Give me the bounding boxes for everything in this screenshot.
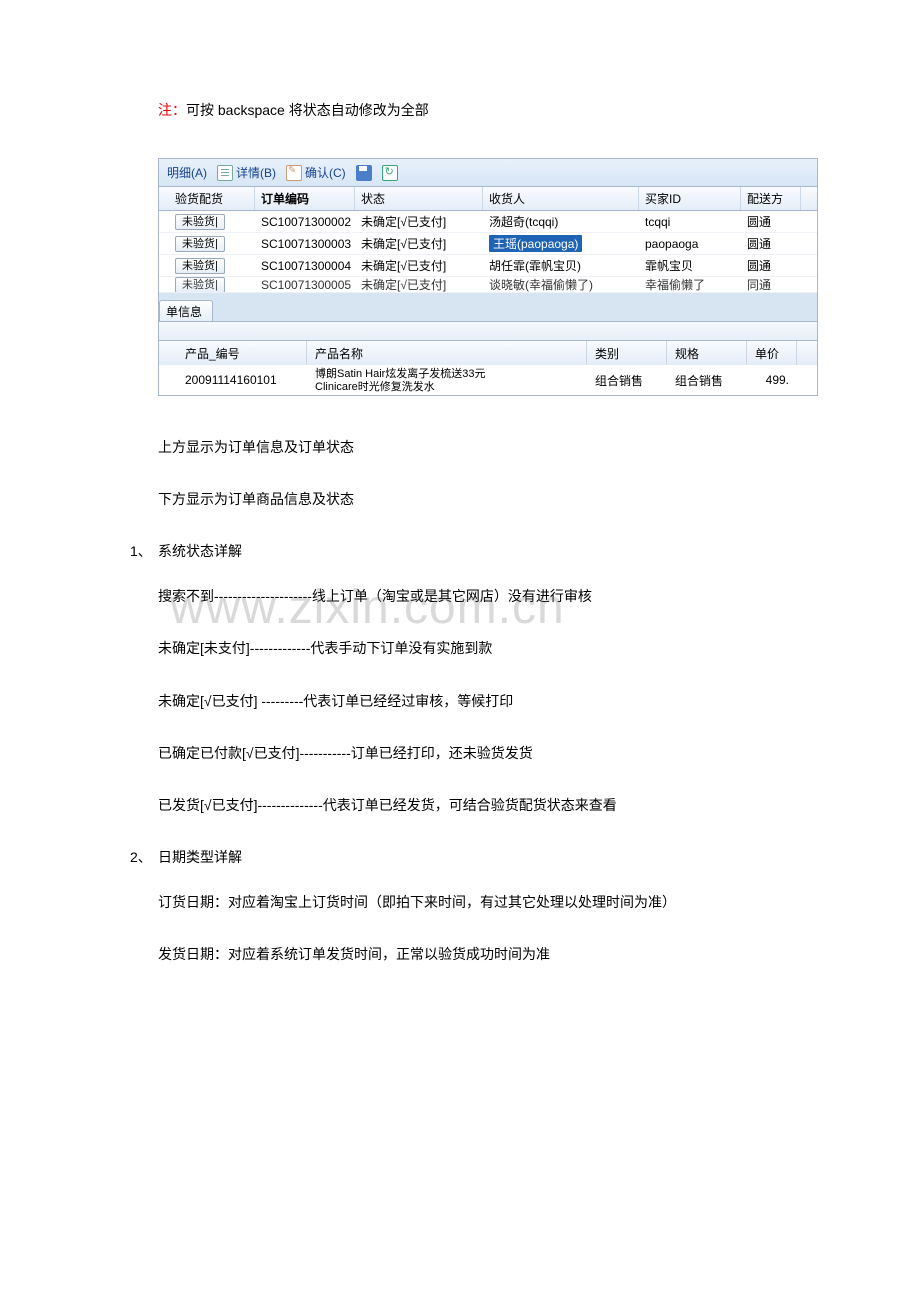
para-lower: 下方显示为订单商品信息及状态 bbox=[158, 488, 920, 510]
section-2-heading: 2、日期类型详解 bbox=[130, 847, 920, 867]
hdr-buyer-id[interactable]: 买家ID bbox=[639, 187, 741, 210]
hdr-ship[interactable]: 配送方 bbox=[741, 187, 801, 210]
cell-buyer: 霏帆宝贝 bbox=[639, 255, 741, 276]
list-item: 订货日期：对应着淘宝上订货时间（即拍下来时间，有过其它处理以处理时间为准） bbox=[158, 891, 920, 913]
hdr-prod-price[interactable]: 单价 bbox=[747, 341, 797, 365]
section-1-list: 搜索不到---------------------线上订单（淘宝或是其它网店）没… bbox=[158, 585, 920, 817]
list-item: 未确定[未支付]-------------代表手动下订单没有实施到款 bbox=[158, 637, 920, 659]
list-item: 已发货[√已支付]--------------代表订单已经发货，可结合验货配货状… bbox=[158, 794, 920, 816]
table-row[interactable]: 未验货| SC10071300004 未确定[√已支付] 胡任霏(霏帆宝贝) 霏… bbox=[159, 255, 817, 277]
confirm-icon bbox=[286, 165, 302, 181]
cell-receiver: 王瑶(paopaoga) bbox=[483, 233, 639, 254]
toolbar-confirm[interactable]: 确认(C) bbox=[282, 164, 350, 181]
product-tab[interactable]: 单信息 bbox=[159, 300, 213, 321]
toolbar-save[interactable] bbox=[352, 165, 376, 181]
table-row[interactable]: 未验货| SC10071300002 未确定[√已支付] 汤超奇(tcqqi) … bbox=[159, 211, 817, 233]
cell-ship: 圆通 bbox=[741, 233, 801, 254]
cell-order-no: SC10071300003 bbox=[255, 233, 355, 254]
app-panel: 明细(A) 详情(B) 确认(C) 验货配货 订单编码 状态 收货人 bbox=[158, 158, 818, 396]
cell-order-no: SC10071300002 bbox=[255, 211, 355, 232]
cell-buyer: paopaoga bbox=[639, 233, 741, 254]
section-2-list: 订货日期：对应着淘宝上订货时间（即拍下来时间，有过其它处理以处理时间为准） 发货… bbox=[158, 891, 920, 966]
product-panel: 单信息 产品_编号 产品名称 类别 规格 单价 20091114160101 博… bbox=[159, 299, 817, 395]
hdr-prod-name[interactable]: 产品名称 bbox=[307, 341, 587, 365]
cell-buyer: 幸福偷懒了 bbox=[639, 277, 741, 292]
list-item: 发货日期：对应着系统订单发货时间，正常以验货成功时间为准 bbox=[158, 943, 920, 965]
product-tabbar: 单信息 bbox=[159, 299, 817, 321]
cell-status: 未确定[√已支付] bbox=[355, 277, 483, 292]
cell-order-no: SC10071300004 bbox=[255, 255, 355, 276]
product-row[interactable]: 20091114160101 博朗Satin Hair炫发离子发梳送33元 Cl… bbox=[159, 365, 817, 395]
orders-body: 未验货| SC10071300002 未确定[√已支付] 汤超奇(tcqqi) … bbox=[159, 211, 817, 293]
note-text: 可按 backspace 将状态自动修改为全部 bbox=[186, 102, 429, 118]
note-prefix: 注： bbox=[158, 102, 186, 118]
cell-ship: 同通 bbox=[741, 277, 801, 292]
product-toolbar-strip bbox=[159, 321, 817, 341]
hdr-order-no[interactable]: 订单编码 bbox=[255, 187, 355, 210]
cell-status: 未确定[√已支付] bbox=[355, 255, 483, 276]
table-row[interactable]: 未验货| SC10071300005 未确定[√已支付] 谈晓敏(幸福偷懒了) … bbox=[159, 277, 817, 293]
cell-status: 未确定[√已支付] bbox=[355, 233, 483, 254]
cell-status: 未确定[√已支付] bbox=[355, 211, 483, 232]
list-item: 已确定已付款[√已支付]-----------订单已经打印，还未验货发货 bbox=[158, 742, 920, 764]
orders-header-row: 验货配货 订单编码 状态 收货人 买家ID 配送方 bbox=[159, 187, 817, 211]
table-row[interactable]: 未验货| SC10071300003 未确定[√已支付] 王瑶(paopaoga… bbox=[159, 233, 817, 255]
orders-grid: 验货配货 订单编码 状态 收货人 买家ID 配送方 未验货| SC1007130… bbox=[159, 187, 817, 293]
hdr-status[interactable]: 状态 bbox=[355, 187, 483, 210]
hdr-prod-cat[interactable]: 类别 bbox=[587, 341, 667, 365]
product-header-row: 产品_编号 产品名称 类别 规格 单价 bbox=[159, 341, 817, 365]
cell-ship: 圆通 bbox=[741, 211, 801, 232]
hdr-prod-spec[interactable]: 规格 bbox=[667, 341, 747, 365]
cell-prod-name: 博朗Satin Hair炫发离子发梳送33元 Clinicare时光修复洗发水 bbox=[307, 368, 587, 393]
cell-ship: 圆通 bbox=[741, 255, 801, 276]
para-upper: 上方显示为订单信息及订单状态 bbox=[158, 436, 920, 458]
cell-prod-cat: 组合销售 bbox=[587, 372, 667, 389]
toolbar-mingxi[interactable]: 明细(A) bbox=[163, 164, 211, 181]
inspect-pill[interactable]: 未验货| bbox=[175, 214, 225, 230]
hdr-inspect[interactable]: 验货配货 bbox=[169, 187, 255, 210]
inspect-pill[interactable]: 未验货| bbox=[175, 277, 225, 292]
refresh-icon bbox=[382, 165, 398, 181]
section-1-heading: 1、系统状态详解 bbox=[130, 541, 920, 561]
cell-receiver: 谈晓敏(幸福偷懒了) bbox=[483, 277, 639, 292]
confirm-label: 确认(C) bbox=[305, 164, 346, 181]
cell-buyer: tcqqi bbox=[639, 211, 741, 232]
cell-prod-num: 20091114160101 bbox=[177, 373, 307, 387]
list-item: 搜索不到---------------------线上订单（淘宝或是其它网店）没… bbox=[158, 585, 920, 607]
detail-label: 详情(B) bbox=[236, 164, 276, 181]
mingxi-label: 明细(A) bbox=[167, 164, 207, 181]
cell-prod-spec: 组合销售 bbox=[667, 372, 747, 389]
detail-icon bbox=[217, 165, 233, 181]
toolbar-refresh[interactable] bbox=[378, 165, 402, 181]
cell-receiver: 胡任霏(霏帆宝贝) bbox=[483, 255, 639, 276]
toolbar-detail[interactable]: 详情(B) bbox=[213, 164, 280, 181]
cell-receiver: 汤超奇(tcqqi) bbox=[483, 211, 639, 232]
body-text: 上方显示为订单信息及订单状态 下方显示为订单商品信息及状态 bbox=[158, 436, 920, 511]
inspect-pill[interactable]: 未验货| bbox=[175, 258, 225, 274]
cell-order-no: SC10071300005 bbox=[255, 277, 355, 292]
save-icon bbox=[356, 165, 372, 181]
note-line: 注：可按 backspace 将状态自动修改为全部 bbox=[158, 100, 920, 120]
list-item: 未确定[√已支付] ---------代表订单已经经过审核，等候打印 bbox=[158, 690, 920, 712]
toolbar: 明细(A) 详情(B) 确认(C) bbox=[159, 159, 817, 187]
inspect-pill[interactable]: 未验货| bbox=[175, 236, 225, 252]
hdr-prod-num[interactable]: 产品_编号 bbox=[177, 341, 307, 365]
hdr-receiver[interactable]: 收货人 bbox=[483, 187, 639, 210]
cell-prod-price: 499. bbox=[747, 373, 797, 387]
